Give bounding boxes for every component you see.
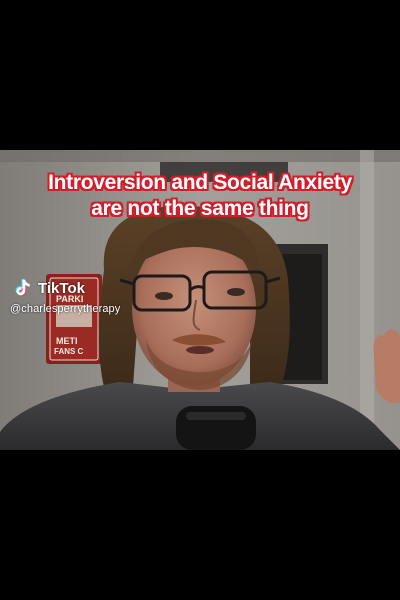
ceiling-edge bbox=[0, 150, 400, 162]
caption-line-2: are not the same thing bbox=[91, 197, 309, 220]
caption-line-1: Introversion and Social Anxiety bbox=[48, 171, 352, 194]
tiktok-handle: @charlesperrytherapy bbox=[10, 303, 121, 315]
microphone bbox=[176, 406, 256, 450]
tiktok-logo-icon bbox=[15, 278, 30, 297]
tiktok-watermark: TikTok bbox=[12, 277, 85, 299]
wall-sign-line-3: FANS C bbox=[54, 347, 84, 356]
person-mouth bbox=[186, 346, 214, 354]
person-eye-right bbox=[227, 288, 245, 296]
person-eye-left bbox=[155, 292, 173, 300]
video-viewport: PARKI METI FANS C Introversion and Socia… bbox=[0, 0, 400, 600]
tiktok-brand-label: TikTok bbox=[38, 279, 85, 297]
wall-sign-line-2: METI bbox=[56, 336, 78, 346]
